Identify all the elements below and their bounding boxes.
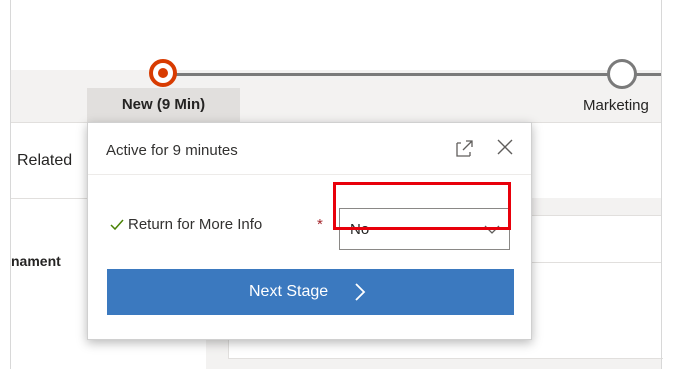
expand-icon[interactable] bbox=[456, 139, 474, 157]
checkmark-icon bbox=[110, 219, 124, 231]
select-value: No bbox=[350, 221, 370, 238]
chevron-right-icon bbox=[355, 283, 366, 301]
close-icon[interactable] bbox=[495, 137, 515, 157]
required-indicator: * bbox=[317, 216, 323, 233]
flyout-title: Active for 9 minutes bbox=[106, 142, 238, 159]
next-stage-label: Next Stage bbox=[249, 283, 329, 300]
flyout-divider bbox=[88, 174, 531, 175]
chevron-down-icon bbox=[484, 225, 500, 234]
stage-flyout: Active for 9 minutes Return for More Inf… bbox=[87, 122, 532, 340]
field-label-row: Return for More Info bbox=[110, 216, 262, 233]
next-stage-button[interactable]: Next Stage bbox=[107, 269, 514, 315]
field-label: Return for More Info bbox=[128, 216, 263, 233]
return-for-more-info-select[interactable]: No bbox=[339, 208, 510, 250]
